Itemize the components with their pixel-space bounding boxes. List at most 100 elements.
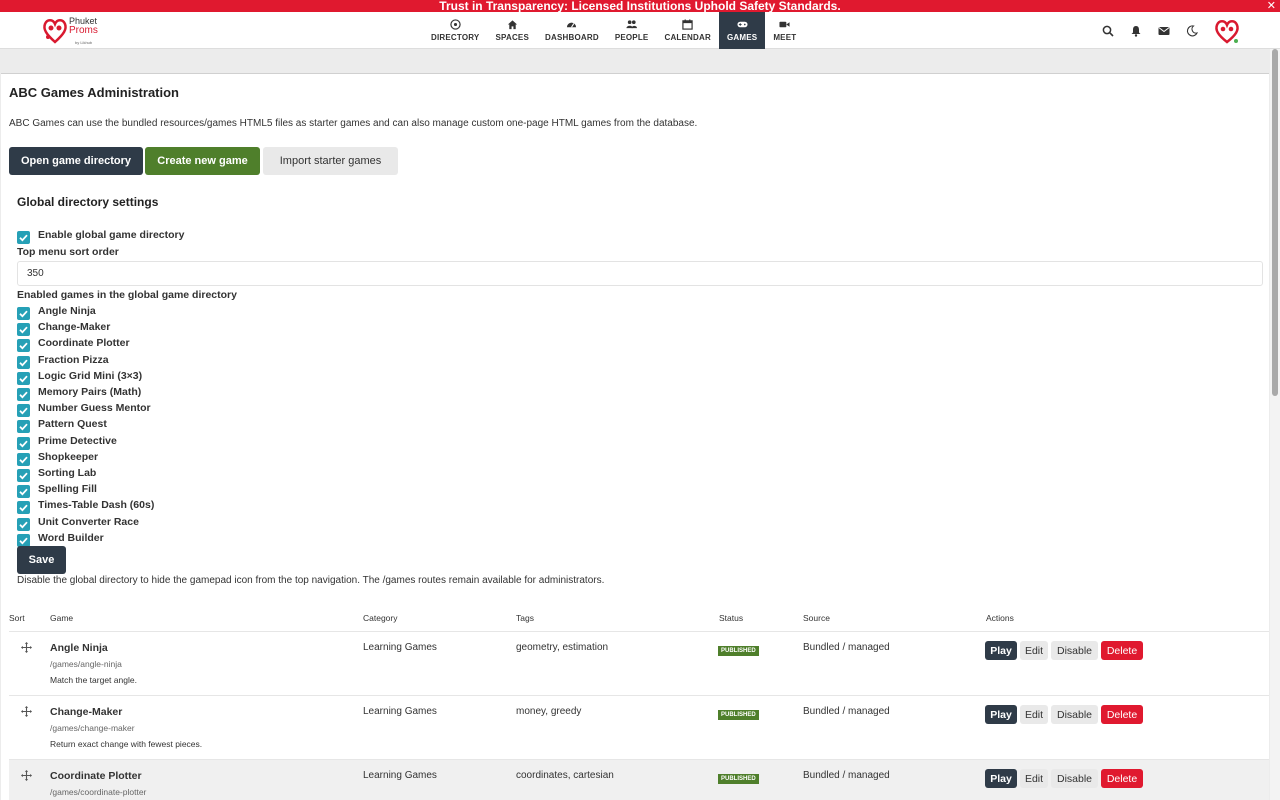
nav-people[interactable]: PEOPLE <box>607 12 657 49</box>
game-enabled-checkbox[interactable] <box>17 452 30 466</box>
status-badge: PUBLISHED <box>718 646 759 656</box>
check-icon <box>19 310 28 318</box>
col-source: Source <box>803 613 830 623</box>
save-button[interactable]: Save <box>17 546 66 574</box>
drag-handle-icon[interactable] <box>21 706 32 717</box>
game-path: /games/change-maker <box>50 723 135 733</box>
main-nav: DIRECTORY SPACES DASHBOARD PEOPLE CALEND… <box>423 12 804 49</box>
main-panel: ABC Games Administration ABC Games can u… <box>1 73 1269 800</box>
check-icon <box>19 440 28 448</box>
nav-calendar[interactable]: CALENDAR <box>656 12 719 49</box>
game-enabled-checkbox[interactable] <box>17 517 30 531</box>
nav-spaces[interactable]: SPACES <box>487 12 537 49</box>
nav-label: DASHBOARD <box>545 33 599 42</box>
create-game-button[interactable]: Create new game <box>145 147 260 175</box>
game-enabled-checkbox[interactable] <box>17 404 30 418</box>
game-enabled-checkbox[interactable] <box>17 501 30 515</box>
game-name[interactable]: Angle Ninja <box>50 642 108 654</box>
col-game: Game <box>50 613 74 623</box>
drag-handle-icon[interactable] <box>21 642 32 653</box>
disable-button[interactable]: Disable <box>1051 705 1098 724</box>
game-enabled-checkbox[interactable] <box>17 388 30 401</box>
nav-games[interactable]: GAMES <box>718 12 766 49</box>
nav-dashboard[interactable]: DASHBOARD <box>537 12 607 49</box>
top-navigation: Phuket Proms by Likhub DIRECTORY SPACES … <box>0 12 1280 49</box>
enable-directory-label: Enable global game directory <box>38 229 185 241</box>
disable-button[interactable]: Disable <box>1051 641 1098 660</box>
game-enabled-checkbox[interactable] <box>17 469 30 482</box>
game-path: /games/coordinate-plotter <box>50 787 147 797</box>
game-enabled-checkbox[interactable] <box>17 371 30 385</box>
play-button[interactable]: Play <box>985 705 1017 724</box>
col-actions: Actions <box>986 613 1014 623</box>
avatar[interactable] <box>1214 18 1240 44</box>
col-tags: Tags <box>516 613 534 623</box>
check-icon <box>19 504 28 512</box>
check-icon <box>19 326 28 334</box>
edit-button[interactable]: Edit <box>1020 705 1048 724</box>
disable-button[interactable]: Disable <box>1051 769 1098 788</box>
game-enabled-checkbox[interactable] <box>17 485 30 499</box>
gamepad-icon <box>737 21 748 28</box>
game-name[interactable]: Change-Maker <box>50 706 122 718</box>
delete-button[interactable]: Delete <box>1101 641 1143 660</box>
import-starter-button[interactable]: Import starter games <box>263 147 398 175</box>
game-enabled-checkbox[interactable] <box>17 533 30 547</box>
play-button[interactable]: Play <box>985 769 1017 788</box>
announcement-banner: Trust in Transparency: Licensed Institut… <box>0 0 1280 12</box>
gauge-icon <box>567 22 577 28</box>
compass-icon <box>450 19 461 30</box>
game-name[interactable]: Coordinate Plotter <box>50 770 142 782</box>
logo-line3: by Likhub <box>75 40 93 45</box>
nav-directory[interactable]: DIRECTORY <box>423 12 487 49</box>
envelope-icon <box>1158 26 1170 35</box>
game-enabled-checkbox[interactable] <box>17 339 30 353</box>
game-enabled-checkbox[interactable] <box>17 323 30 337</box>
game-source: Bundled / managed <box>803 642 890 653</box>
game-enabled-checkbox[interactable] <box>17 355 30 369</box>
close-icon[interactable]: ✕ <box>1267 0 1276 12</box>
game-enabled-label: Sorting Lab <box>38 467 97 479</box>
status-badge: PUBLISHED <box>718 710 759 720</box>
game-enabled-checkbox[interactable] <box>17 420 30 434</box>
game-path: /games/angle-ninja <box>50 659 122 669</box>
video-icon <box>779 21 790 28</box>
scrollbar[interactable] <box>1270 49 1280 800</box>
enable-directory-checkbox[interactable] <box>17 231 30 244</box>
enabled-games-label: Enabled games in the global game directo… <box>17 289 237 301</box>
game-enabled-checkbox[interactable] <box>17 307 30 320</box>
play-button[interactable]: Play <box>985 641 1017 660</box>
drag-handle-icon[interactable] <box>21 770 32 781</box>
messages-button[interactable] <box>1150 25 1178 37</box>
game-enabled-checkbox[interactable] <box>17 436 30 450</box>
dark-mode-toggle[interactable] <box>1178 24 1206 37</box>
nav-label: DIRECTORY <box>431 33 480 42</box>
game-enabled-label: Shopkeeper <box>38 450 99 463</box>
nav-meet[interactable]: MEET <box>765 12 804 49</box>
delete-button[interactable]: Delete <box>1101 705 1143 724</box>
game-enabled-label: Unit Converter Race <box>38 515 139 528</box>
game-category: Learning Games <box>363 642 437 653</box>
table-row: Change-Maker/games/change-maker Return ex… <box>9 695 1269 759</box>
edit-button[interactable]: Edit <box>1020 641 1048 660</box>
search-button[interactable] <box>1094 25 1122 37</box>
edit-button[interactable]: Edit <box>1020 769 1048 788</box>
scrollbar-thumb[interactable] <box>1272 49 1278 396</box>
game-enabled-label: Memory Pairs (Math) <box>38 386 142 398</box>
online-status-dot <box>1233 38 1239 44</box>
notifications-button[interactable] <box>1122 25 1150 37</box>
page-description: ABC Games can use the bundled resources/… <box>9 118 698 129</box>
calendar-icon <box>682 19 693 30</box>
check-icon <box>19 537 28 545</box>
logo[interactable]: Phuket Proms by Likhub <box>42 14 112 48</box>
delete-button[interactable]: Delete <box>1101 769 1143 788</box>
nav-label: PEOPLE <box>614 33 649 42</box>
sort-order-label: Top menu sort order <box>17 246 119 258</box>
directory-note: Disable the global directory to hide the… <box>17 575 605 586</box>
col-sort: Sort <box>9 613 25 623</box>
home-icon <box>507 20 517 30</box>
search-icon <box>1102 25 1114 37</box>
col-category: Category <box>363 613 398 623</box>
sort-order-input[interactable]: 350 <box>17 261 1263 286</box>
open-directory-button[interactable]: Open game directory <box>9 147 143 175</box>
